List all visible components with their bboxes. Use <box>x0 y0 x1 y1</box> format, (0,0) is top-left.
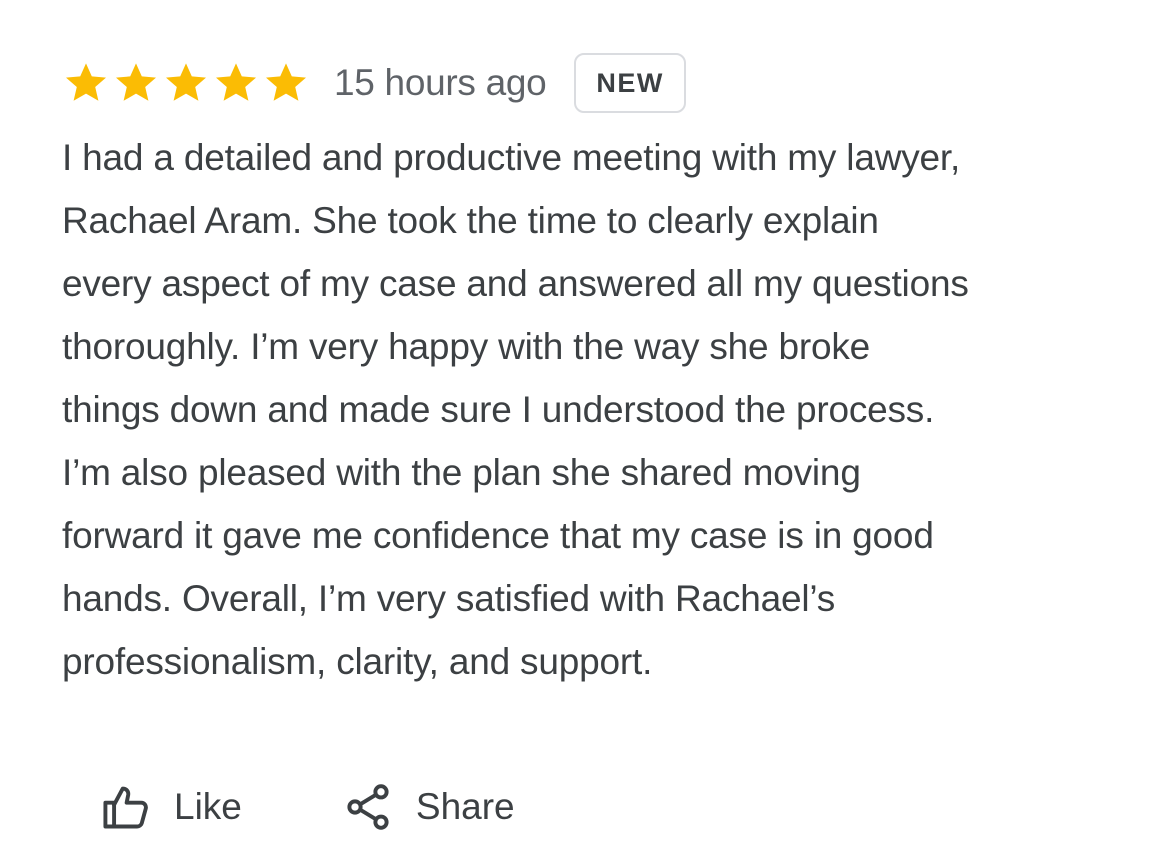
star-icon <box>62 59 110 107</box>
star-icon <box>162 59 210 107</box>
review-time: 15 hours ago <box>334 62 547 103</box>
review-text-line: professionalism, clarity, and support. <box>62 641 653 682</box>
star-icon <box>212 59 260 107</box>
review-text-line: I’m also pleased with the plan she share… <box>62 452 861 493</box>
new-badge: NEW <box>574 53 686 113</box>
review-text-line: hands. Overall, I’m very satisfied with … <box>62 578 835 619</box>
review-text-line: thoroughly. I’m very happy with the way … <box>62 326 871 367</box>
share-icon <box>342 781 394 833</box>
star-icon <box>112 59 160 107</box>
star-rating <box>62 59 310 107</box>
review-actions: Like Share <box>100 776 515 838</box>
review-text-line: things down and made sure I understood t… <box>62 389 935 430</box>
review-text-line: I had a detailed and productive meeting … <box>62 137 961 178</box>
review-text-line: forward it gave me confidence that my ca… <box>62 515 934 556</box>
like-label: Like <box>174 786 242 827</box>
like-button[interactable]: Like <box>100 776 242 838</box>
review-meta: 15 hours ago NEW <box>62 52 686 114</box>
review-text-line: Rachael Aram. She took the time to clear… <box>62 200 879 241</box>
review-card: 15 hours ago NEW I had a detailed and pr… <box>0 0 1170 864</box>
share-label: Share <box>415 786 515 827</box>
star-icon <box>262 59 310 107</box>
review-text-line: every aspect of my case and answered all… <box>62 263 969 304</box>
share-button[interactable]: Share <box>342 776 515 838</box>
review-text: I had a detailed and productive meeting … <box>62 126 1152 693</box>
thumbs-up-icon <box>100 781 152 833</box>
